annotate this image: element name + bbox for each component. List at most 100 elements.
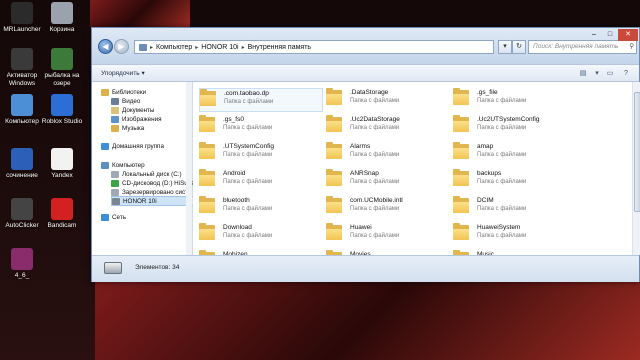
desktop-shortcut[interactable]: Корзина xyxy=(40,2,84,34)
folder-icon xyxy=(453,88,469,105)
folder-name: com.UCMobile.intl xyxy=(350,197,403,204)
folder-item[interactable]: Download Папка с файлами xyxy=(199,223,323,247)
folder-icon xyxy=(326,115,342,132)
folder-icon xyxy=(453,169,469,186)
folder-item[interactable]: ANRSnap Папка с файлами xyxy=(326,169,450,193)
folder-item[interactable]: DCIM Папка с файлами xyxy=(453,196,577,220)
folder-type: Папка с файлами xyxy=(223,152,273,158)
folder-type: Папка с файлами xyxy=(350,206,400,212)
explorer-window: ◀ ▶ ▸ Компьютер ▸ HONOR 10i ▸ Внутренняя… xyxy=(91,27,640,282)
winrar-archive-icon xyxy=(11,248,33,270)
nav-item[interactable]: Домашняя группа xyxy=(101,141,164,151)
wallpaper-art xyxy=(95,282,640,360)
desktop-shortcut[interactable]: сочинение xyxy=(0,148,44,180)
back-button[interactable]: ◀ xyxy=(98,39,113,54)
folder-item[interactable]: .gs_fs0 Папка с файлами xyxy=(199,115,323,139)
desktop-shortcut[interactable]: AutoClicker xyxy=(0,198,44,230)
folder-name: .com.taobao.dp xyxy=(224,90,269,97)
folder-item[interactable]: Huawei Папка с файлами xyxy=(326,223,450,247)
desktop-shortcut[interactable]: Roblox Studio xyxy=(40,94,84,126)
folder-name: .Uc2UTSystemConfig xyxy=(477,116,540,123)
breadcrumb-item[interactable]: HONOR 10i xyxy=(201,44,238,51)
fishing-game-icon xyxy=(51,48,73,70)
folder-item[interactable]: HuaweiSystem Папка с файлами xyxy=(453,223,577,247)
desktop-shortcut[interactable]: Yandex xyxy=(40,148,84,180)
folder-item[interactable]: .Uc2UTSystemConfig Папка с файлами xyxy=(453,115,577,139)
folder-type: Папка с файлами xyxy=(350,125,400,131)
folder-item[interactable]: .gs_file Папка с файлами xyxy=(453,88,577,112)
folder-name: HuaweiSystem xyxy=(477,224,521,231)
search-input[interactable]: Поиск: Внутренняя память ⚲ xyxy=(528,40,637,54)
breadcrumb-item[interactable]: Компьютер xyxy=(156,44,192,51)
computer-icon xyxy=(139,43,147,51)
nav-scrollbar[interactable] xyxy=(186,82,192,255)
nav-item-label: Музыка xyxy=(122,124,145,132)
minimize-button[interactable]: – xyxy=(586,29,602,41)
music-library-icon xyxy=(111,124,119,132)
view-options-icon[interactable]: ▤ xyxy=(577,68,589,79)
file-list: .com.taobao.dp Папка с файлами .DataStorag… xyxy=(193,82,640,255)
documents-library-icon xyxy=(111,106,119,114)
desktop-shortcut[interactable]: Bandicam xyxy=(40,198,84,230)
desktop-shortcut[interactable]: MRLauncher xyxy=(0,2,44,34)
address-bar[interactable]: ▸ Компьютер ▸ HONOR 10i ▸ Внутренняя пам… xyxy=(134,40,494,54)
folder-item[interactable]: amap Папка с файлами xyxy=(453,142,577,166)
command-bar: Упорядочить ▾ ▤ ▾ ▭ ? xyxy=(92,64,639,82)
folder-icon xyxy=(199,223,215,240)
folder-item[interactable]: .UTSystemConfig Папка с файлами xyxy=(199,142,323,166)
desktop-shortcut-label: Yandex xyxy=(51,172,73,179)
help-icon[interactable]: ? xyxy=(620,68,632,79)
folder-item[interactable]: com.UCMobile.intl Папка с файлами xyxy=(326,196,450,220)
folder-name: .UTSystemConfig xyxy=(223,143,274,150)
folder-item[interactable]: .com.taobao.dp Папка с файлами xyxy=(199,88,323,112)
close-button[interactable]: ✕ xyxy=(618,29,638,41)
folder-name: Huawei xyxy=(350,224,372,231)
nav-item-label: Локальный диск (C:) xyxy=(122,170,182,178)
local-disk-icon xyxy=(111,170,119,178)
desktop-shortcut[interactable]: Компьютер xyxy=(0,94,44,126)
folder-icon xyxy=(453,142,469,159)
desktop-shortcut[interactable]: рыбалка на озере xyxy=(40,48,84,88)
address-dropdown-button[interactable]: ▾ xyxy=(498,40,512,54)
desktop-shortcut[interactable]: Активатор Windows xyxy=(0,48,44,88)
desktop-shortcut-label: рыбалка на озере xyxy=(44,72,80,87)
folder-type: Папка с файлами xyxy=(223,125,273,131)
homegroup-icon xyxy=(101,142,109,150)
organize-menu[interactable]: Упорядочить ▾ xyxy=(101,69,145,77)
view-dropdown-icon[interactable]: ▾ xyxy=(591,68,603,79)
desktop-shortcut[interactable]: 4_6_ xyxy=(0,248,44,280)
desktop-shortcut-label: Корзина xyxy=(49,26,75,33)
scrollbar-thumb[interactable] xyxy=(634,92,640,212)
folder-item[interactable]: .DataStorage Папка с файлами xyxy=(326,88,450,112)
pictures-library-icon xyxy=(111,115,119,123)
word-document-icon xyxy=(11,148,33,170)
folder-item[interactable]: bluetooth Папка с файлами xyxy=(199,196,323,220)
folder-type: Папка с файлами xyxy=(477,125,527,131)
folder-type: Папка с файлами xyxy=(223,206,273,212)
folder-icon xyxy=(199,142,215,159)
folder-name: .DataStorage xyxy=(350,89,389,96)
computer-icon xyxy=(11,94,33,116)
folder-type: Папка с файлами xyxy=(350,233,400,239)
folder-item[interactable]: .Uc2DataStorage Папка с файлами xyxy=(326,115,450,139)
breadcrumb-item[interactable]: Внутренняя память xyxy=(248,44,311,51)
search-placeholder: Поиск: Внутренняя память xyxy=(533,43,619,50)
folder-item[interactable]: backups Папка с файлами xyxy=(453,169,577,193)
nav-item[interactable]: HONOR 10i xyxy=(111,196,195,206)
content-scrollbar[interactable] xyxy=(632,82,640,255)
nav-item[interactable]: Сеть xyxy=(101,212,126,222)
nav-item-label: Компьютер xyxy=(112,161,145,169)
folder-icon xyxy=(200,89,216,106)
preview-pane-icon[interactable]: ▭ xyxy=(604,68,616,79)
folder-item[interactable]: Android Папка с файлами xyxy=(199,169,323,193)
status-bar: Элементов: 34 xyxy=(92,255,639,282)
forward-button[interactable]: ▶ xyxy=(114,39,129,54)
maximize-button[interactable]: □ xyxy=(602,29,618,41)
nav-item-label: Зарезервировано систе xyxy=(122,188,192,196)
folder-icon xyxy=(199,115,215,132)
refresh-button[interactable]: ↻ xyxy=(512,40,526,54)
nav-item[interactable]: Музыка xyxy=(111,123,144,133)
folder-item[interactable]: Alarms Папка с файлами xyxy=(326,142,450,166)
activator-icon xyxy=(11,48,33,70)
folder-type: Папка с файлами xyxy=(223,179,273,185)
